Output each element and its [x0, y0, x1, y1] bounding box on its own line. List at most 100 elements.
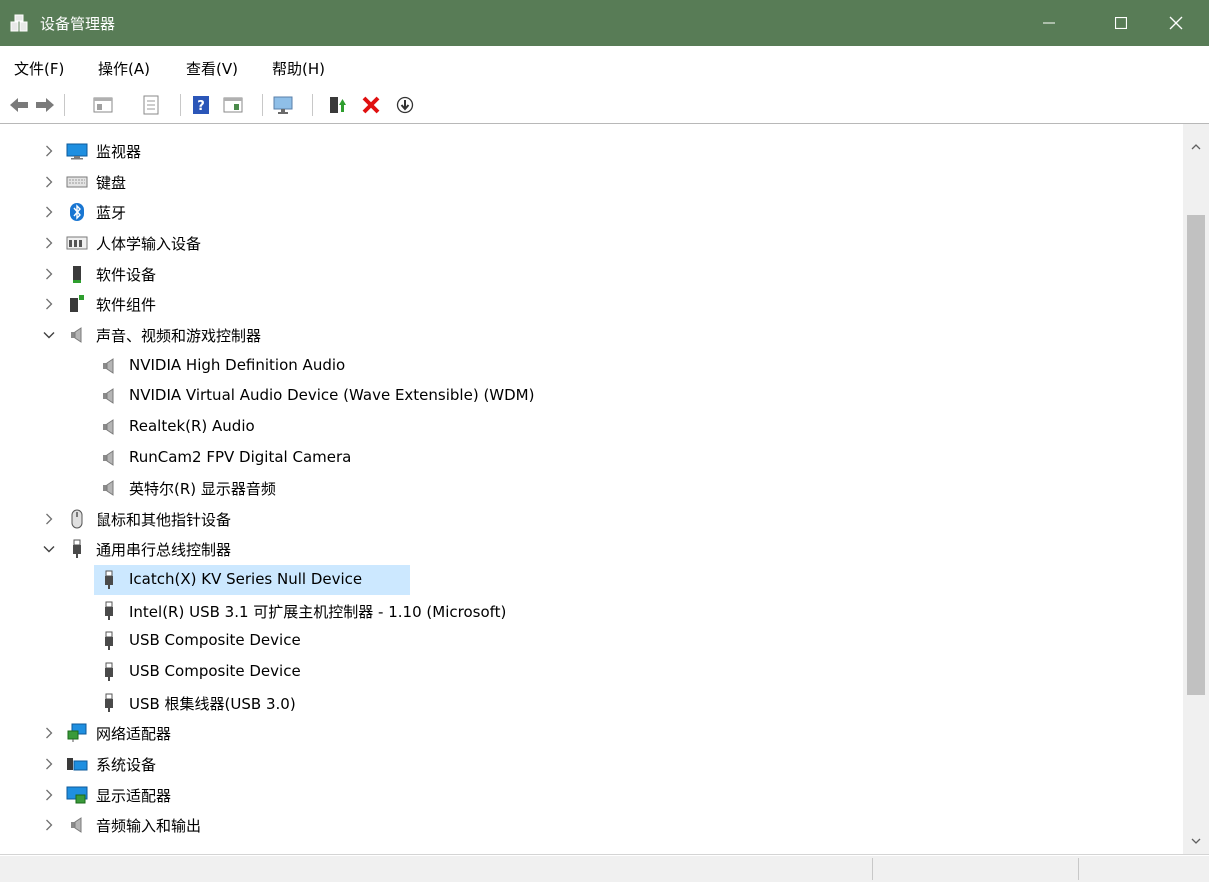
tree-category[interactable]: 人体学输入设备: [0, 228, 1180, 258]
tree-category[interactable]: 网络适配器: [0, 718, 1180, 748]
properties-icon: [143, 95, 159, 115]
tree-category[interactable]: 软件组件: [0, 289, 1180, 319]
uninstall-device-button[interactable]: [360, 94, 382, 116]
back-button[interactable]: [8, 94, 30, 116]
scroll-down-button[interactable]: [1183, 828, 1209, 854]
hid-icon: [66, 232, 88, 254]
chevron-right-icon[interactable]: [42, 236, 56, 250]
usb-icon: [98, 692, 120, 714]
properties-button[interactable]: [140, 94, 162, 116]
tree-item-label: 键盘: [96, 173, 127, 192]
bluetooth-icon: [66, 201, 88, 223]
toolbar-separator: [312, 94, 313, 116]
tree-item-label: 鼠标和其他指针设备: [96, 510, 232, 529]
usb-icon: [98, 569, 120, 591]
chevron-right-icon[interactable]: [42, 512, 56, 526]
tree-item-label: RunCam2 FPV Digital Camera: [129, 447, 352, 466]
tree-category[interactable]: 音频输入和输出: [0, 810, 1180, 840]
tree-device[interactable]: RunCam2 FPV Digital Camera: [0, 443, 1180, 473]
menu-file[interactable]: 文件(F): [14, 58, 64, 79]
chevron-right-icon[interactable]: [42, 205, 56, 219]
speaker-icon: [66, 324, 88, 346]
scroll-up-button[interactable]: [1183, 134, 1209, 160]
chevron-right-icon[interactable]: [42, 267, 56, 281]
close-button[interactable]: [1140, 0, 1209, 46]
vertical-scrollbar[interactable]: [1183, 124, 1209, 854]
enable-driver-icon: [330, 97, 346, 113]
tree-device[interactable]: Realtek(R) Audio: [0, 412, 1180, 442]
usb-icon: [66, 538, 88, 560]
tree-device[interactable]: USB Composite Device: [0, 626, 1180, 656]
speaker-icon: [98, 416, 120, 438]
display-adapter-icon: [66, 784, 88, 806]
device-manager-icon: [10, 14, 28, 32]
menu-help[interactable]: 帮助(H): [272, 58, 325, 79]
window-title: 设备管理器: [40, 15, 116, 33]
menu-action[interactable]: 操作(A): [98, 58, 150, 79]
menu-view[interactable]: 查看(V): [186, 58, 238, 79]
chevron-up-icon: [1191, 144, 1201, 150]
chevron-right-icon[interactable]: [42, 788, 56, 802]
tree-device[interactable]: NVIDIA High Definition Audio: [0, 351, 1180, 381]
monitor-icon: [66, 140, 88, 162]
minimize-button[interactable]: [1013, 0, 1085, 46]
tree-category[interactable]: 软件设备: [0, 259, 1180, 289]
scan-hardware-icon: [273, 96, 293, 114]
tree-item-label: 网络适配器: [96, 725, 172, 744]
tree-device[interactable]: Icatch(X) KV Series Null Device: [0, 565, 1180, 596]
enable-driver-button[interactable]: [326, 94, 348, 116]
tree-device[interactable]: Intel(R) USB 3.1 可扩展主机控制器 - 1.10 (Micros…: [0, 596, 1180, 626]
chevron-right-icon[interactable]: [42, 144, 56, 158]
system-device-icon: [66, 753, 88, 775]
toolbar-separator: [180, 94, 181, 116]
chevron-right-icon[interactable]: [42, 297, 56, 311]
forward-button[interactable]: [34, 94, 56, 116]
tree-item-label: 人体学输入设备: [96, 234, 202, 253]
disable-device-button[interactable]: [394, 94, 416, 116]
tree-category[interactable]: 蓝牙: [0, 197, 1180, 227]
show-hide-console-tree-button[interactable]: [92, 94, 114, 116]
scroll-thumb[interactable]: [1187, 215, 1205, 696]
tree-category[interactable]: 监视器: [0, 136, 1180, 166]
status-bar: [0, 856, 1209, 882]
status-pane-divider: [872, 858, 873, 880]
forward-arrow-icon: [36, 98, 54, 112]
tree-category[interactable]: 显示适配器: [0, 780, 1180, 810]
chevron-right-icon[interactable]: [42, 175, 56, 189]
action-pane-button[interactable]: [222, 94, 244, 116]
tree-device[interactable]: 英特尔(R) 显示器音频: [0, 473, 1180, 503]
chevron-down-icon[interactable]: [42, 328, 56, 342]
tree-item-label: NVIDIA Virtual Audio Device (Wave Extens…: [129, 386, 535, 405]
tree-item-label: 声音、视频和游戏控制器: [96, 326, 262, 345]
tree-category[interactable]: 系统设备: [0, 749, 1180, 779]
chevron-right-icon[interactable]: [42, 726, 56, 740]
chevron-down-icon[interactable]: [42, 542, 56, 556]
tree-item-label: 英特尔(R) 显示器音频: [129, 480, 276, 499]
tree-item-label: NVIDIA High Definition Audio: [129, 355, 346, 374]
speaker-icon: [98, 355, 120, 377]
tree-category[interactable]: 鼠标和其他指针设备: [0, 504, 1180, 534]
tree-device[interactable]: USB 根集线器(USB 3.0): [0, 688, 1180, 718]
speaker-icon: [98, 447, 120, 469]
tree-device[interactable]: USB Composite Device: [0, 657, 1180, 687]
tree-category[interactable]: 键盘: [0, 167, 1180, 197]
tree-category[interactable]: 声音、视频和游戏控制器: [0, 320, 1180, 350]
usb-icon: [98, 600, 120, 622]
speaker-icon: [98, 477, 120, 499]
tree-item-label: 通用串行总线控制器: [96, 541, 232, 560]
software-device-icon: [66, 263, 88, 285]
usb-icon: [98, 630, 120, 652]
scan-hardware-button[interactable]: [272, 94, 294, 116]
help-button[interactable]: ?: [190, 94, 212, 116]
show-hide-console-tree-icon: [93, 97, 113, 113]
chevron-right-icon[interactable]: [42, 818, 56, 832]
svg-text:?: ?: [197, 99, 205, 114]
tree-device[interactable]: NVIDIA Virtual Audio Device (Wave Extens…: [0, 381, 1180, 411]
toolbar-separator: [262, 94, 263, 116]
tree-category[interactable]: 通用串行总线控制器: [0, 534, 1180, 564]
toolbar-separator: [64, 94, 65, 116]
chevron-right-icon[interactable]: [42, 757, 56, 771]
disable-device-icon: [396, 96, 414, 114]
chevron-down-icon: [1191, 838, 1201, 844]
tree-item-label: 软件组件: [96, 296, 157, 315]
